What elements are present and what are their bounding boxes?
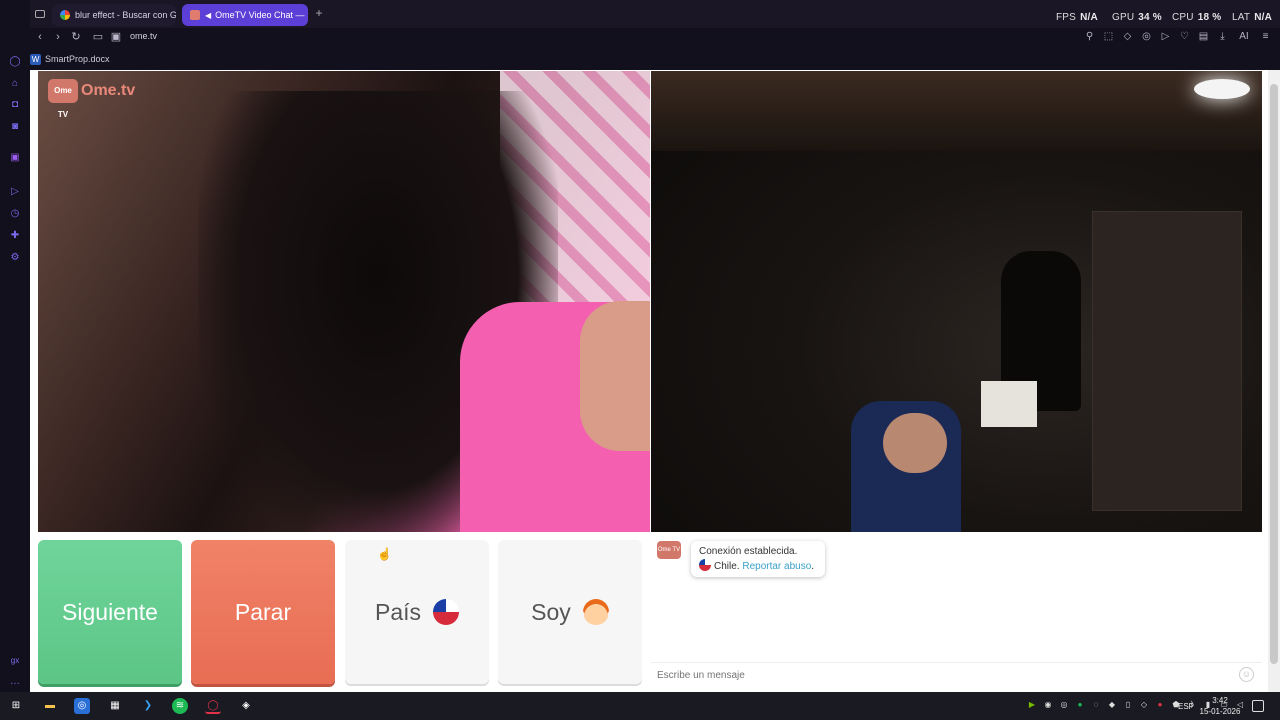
ceiling-lamp <box>1194 79 1250 99</box>
browser-tab-strip: blur effect - Buscar con Go ◀ OmeTV Vide… <box>0 0 1280 28</box>
country-line: Chile. Reportar abuso. <box>699 559 817 574</box>
shield-icon[interactable]: ◇ <box>1121 30 1134 43</box>
back-icon[interactable]: ‹ <box>33 30 47 44</box>
ometv-chat-avatar-icon: Ome TV <box>657 541 681 559</box>
play-icon[interactable]: ▷ <box>1159 30 1172 43</box>
vscode-icon[interactable]: ❯ <box>140 698 156 714</box>
toolbar-icons: ⚲ ⬚ ◇ ◎ ▷ ♡ ▤ ⤓ AI ≡ <box>1083 30 1272 43</box>
heart-icon[interactable]: ♡ <box>1178 30 1191 43</box>
system-message: Conexión establecida. Chile. Reportar ab… <box>691 541 825 577</box>
language-indicator[interactable]: ESP <box>1178 702 1194 711</box>
hand-cursor-icon: ☝ <box>377 547 392 561</box>
report-abuse-link[interactable]: Reportar abuso <box>742 561 811 572</box>
hud-lat: LAT N/A <box>1232 12 1273 23</box>
settings-icon[interactable]: ⚙ <box>9 252 21 264</box>
opera-gx-icon[interactable]: ◯ <box>205 698 221 714</box>
ai-icon[interactable]: AI <box>1235 30 1253 43</box>
ometv-tv-icon: Ome TV <box>48 79 78 119</box>
forward-icon[interactable]: › <box>51 30 65 44</box>
google-icon <box>60 10 70 20</box>
speaker-icon[interactable]: ◀ <box>205 11 211 20</box>
hud-cpu: CPU 18 % <box>1172 12 1222 23</box>
tab-title: OmeTV Video Chat — <box>215 10 305 20</box>
tab-list-icon[interactable] <box>35 10 45 18</box>
tab-title: blur effect - Buscar con Go <box>75 10 176 20</box>
boy-emoji-icon <box>582 599 609 625</box>
url-field[interactable]: ome.tv <box>130 31 157 41</box>
aria-icon[interactable]: ◯ <box>9 56 21 68</box>
outlook-icon[interactable]: ◎ <box>74 698 90 714</box>
player-icon[interactable]: ▷ <box>9 186 21 198</box>
bookmarks-bar: W SmartProp.docx <box>30 50 110 68</box>
ometv-logo-text: Ome.tv <box>81 82 136 99</box>
wardrobe <box>1092 211 1242 511</box>
tray-steam-icon[interactable]: ◎ <box>1058 699 1070 711</box>
twitch-icon[interactable]: ▣ <box>9 152 21 164</box>
chile-flag-icon <box>433 599 460 625</box>
tray-spotify-icon[interactable]: ● <box>1074 699 1086 711</box>
tray-usb-icon[interactable]: ▯ <box>1122 699 1134 711</box>
tab-ometv[interactable]: ◀ OmeTV Video Chat — <box>182 4 308 26</box>
tray-red-icon[interactable]: ● <box>1154 699 1166 711</box>
gender-button[interactable]: Soy <box>498 540 642 684</box>
lock-icon: ▣ <box>110 31 122 43</box>
message-input[interactable] <box>657 667 1227 683</box>
seated-face <box>883 413 947 473</box>
new-tab-button[interactable]: + <box>312 6 326 20</box>
wallet-icon[interactable]: ▤ <box>1197 30 1210 43</box>
emoji-icon[interactable]: ☺ <box>1239 667 1254 682</box>
hud-fps: FPS N/A <box>1056 12 1098 23</box>
steam-like-icon[interactable]: ◈ <box>238 698 254 714</box>
country-filter-button[interactable]: País <box>345 540 489 684</box>
next-button[interactable]: Siguiente <box>38 540 182 684</box>
reload-icon[interactable]: ↻ <box>69 30 83 44</box>
menu-icon[interactable]: ≡ <box>1259 30 1272 43</box>
tab-blur-effect-search[interactable]: blur effect - Buscar con Go <box>52 4 176 26</box>
extensions-icon[interactable]: ⌂ <box>9 78 21 90</box>
white-shorts <box>981 381 1037 427</box>
stop-button[interactable]: Parar <box>191 540 335 684</box>
gx-icon[interactable]: gx <box>9 655 21 667</box>
tray-shield-icon[interactable]: ◇ <box>1138 699 1150 711</box>
messenger-icon[interactable]: ◙ <box>9 121 21 133</box>
self-video <box>651 71 1262 532</box>
tray-whatsapp-icon[interactable]: ◌ <box>1090 699 1102 711</box>
scrollbar-thumb[interactable] <box>1270 84 1278 664</box>
pin-icon[interactable]: ⚲ <box>1083 30 1096 43</box>
discord-icon[interactable]: ◘ <box>9 99 21 111</box>
taskbar-clock[interactable]: 3:42 15-01-2026 <box>1198 695 1242 717</box>
snapshot-icon[interactable]: ▭ <box>91 30 105 44</box>
tray-app-icon[interactable]: ◉ <box>1042 699 1054 711</box>
stranger-video <box>38 71 650 532</box>
connection-text: Conexión establecida. <box>699 546 798 557</box>
windows-start-icon[interactable]: ⊞ <box>8 698 24 714</box>
word-icon: W <box>30 53 41 65</box>
ometv-logo: Ome TV Ome.tv <box>48 78 136 119</box>
puzzle-icon[interactable]: ✚ <box>9 230 21 242</box>
store-icon[interactable]: ▦ <box>107 698 123 714</box>
message-input-bar: ☺ <box>651 662 1262 686</box>
hud-gpu: GPU 34 % <box>1112 12 1162 23</box>
page-scrollbar[interactable] <box>1268 70 1280 692</box>
file-explorer-icon[interactable]: ▬ <box>42 698 58 714</box>
tray-nvidia-icon[interactable]: ▶ <box>1026 699 1038 711</box>
chile-flag-icon <box>699 559 711 571</box>
camera-icon[interactable]: ◎ <box>1140 30 1153 43</box>
download-icon[interactable]: ⤓ <box>1216 30 1229 43</box>
more-icon[interactable]: … <box>9 676 21 688</box>
spotify-icon[interactable]: ≋ <box>172 698 188 714</box>
ometv-icon <box>190 10 200 20</box>
tray-discord-icon[interactable]: ◆ <box>1106 699 1118 711</box>
second-face <box>580 301 650 451</box>
screenshot-icon[interactable]: ⬚ <box>1102 30 1115 43</box>
history-icon[interactable]: ◷ <box>9 208 21 220</box>
ceiling <box>651 71 1262 151</box>
browser-sidebar: ◯ ⌂ ◘ ◙ ▣ ▷ ◷ ✚ ⚙ gx … <box>0 0 30 692</box>
notifications-icon[interactable] <box>1252 700 1264 712</box>
bookmark-smartprop[interactable]: SmartProp.docx <box>45 54 110 64</box>
